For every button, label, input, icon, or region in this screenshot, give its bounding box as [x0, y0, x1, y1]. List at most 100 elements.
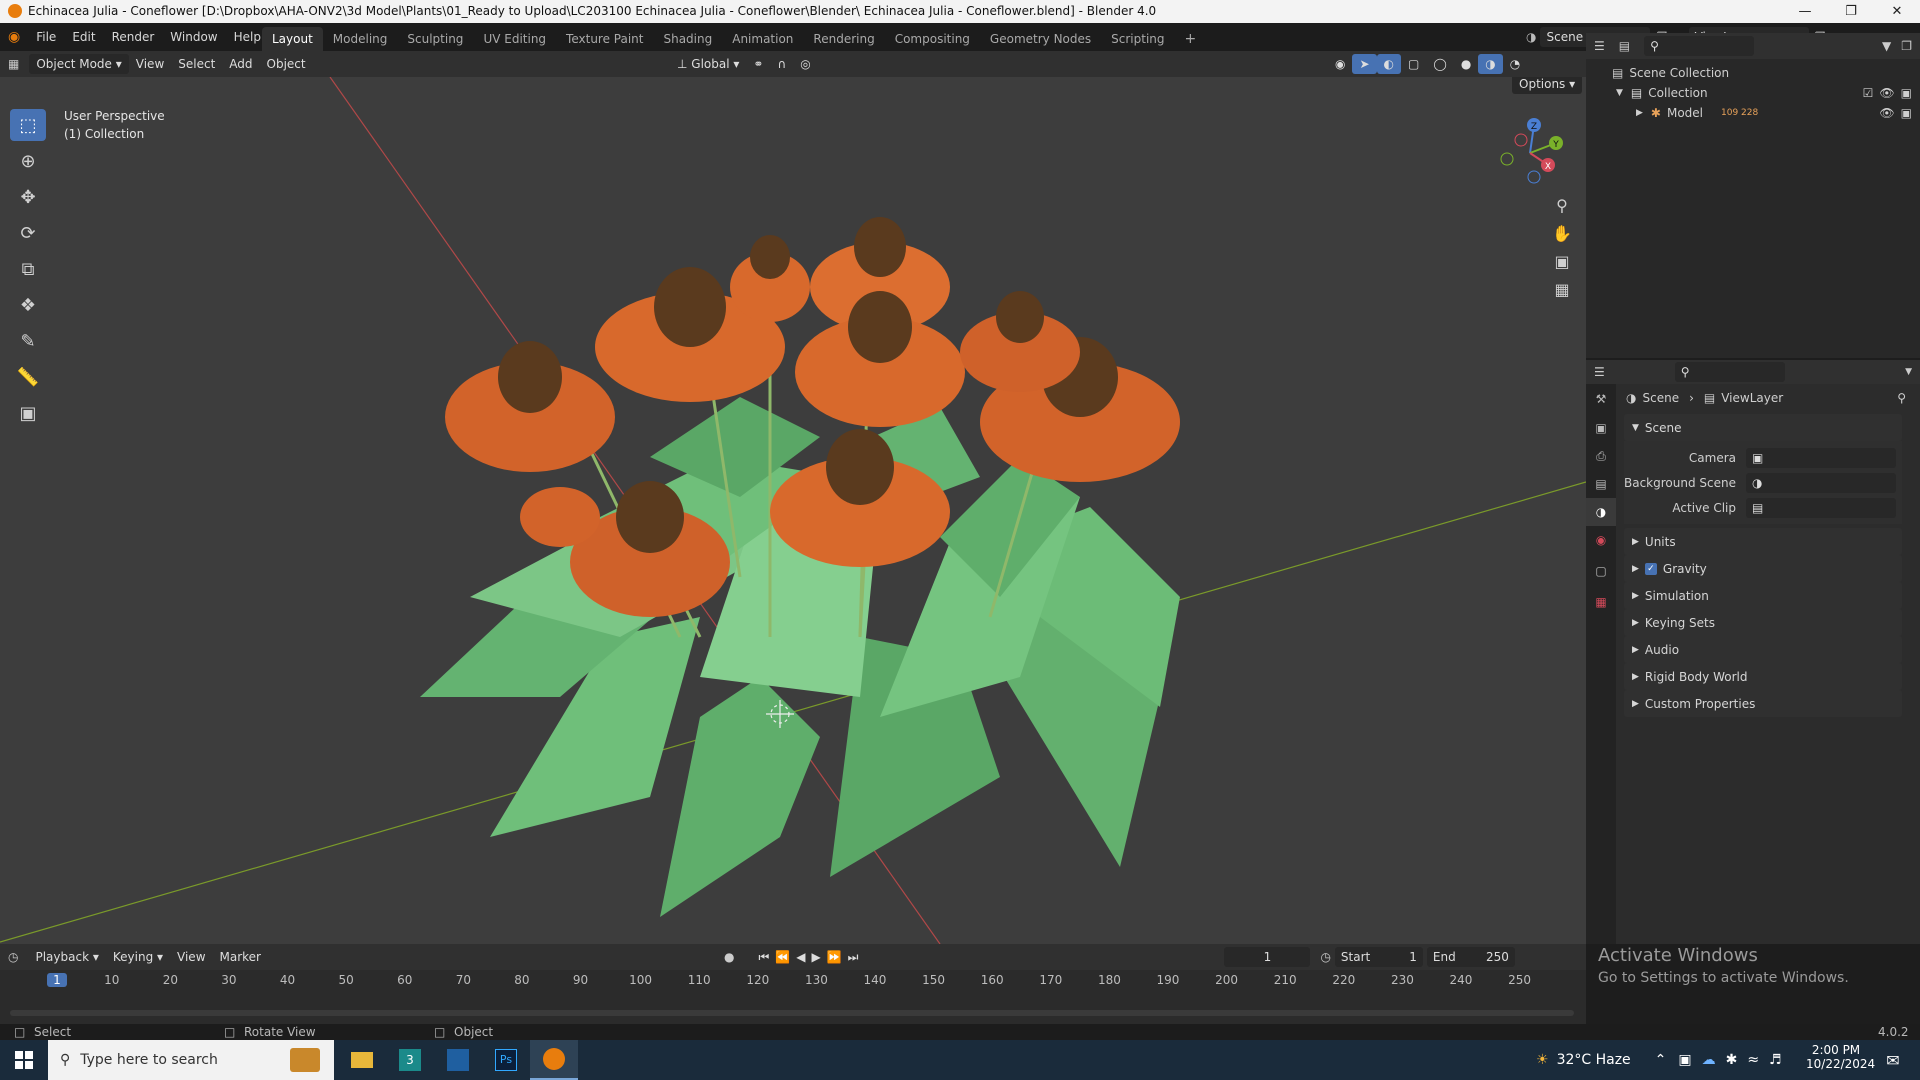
active-clip-field[interactable]: ▤	[1746, 497, 1896, 518]
end-frame-field[interactable]: End 250	[1426, 947, 1515, 967]
scene-panel-header[interactable]: ▼ Scene	[1624, 414, 1902, 441]
add-workspace-icon[interactable]: +	[1175, 27, 1207, 51]
collection-tab-icon[interactable]: ▢	[1586, 554, 1616, 588]
units-panel-header[interactable]: ▶ Units	[1624, 528, 1902, 555]
render-camera-icon[interactable]: ▣	[1901, 86, 1912, 100]
pivot-icon[interactable]: ⚭	[746, 54, 770, 74]
background-scene-field[interactable]: ◑	[1746, 472, 1896, 493]
start-frame-field[interactable]: Start 1	[1334, 947, 1423, 967]
properties-options-icon[interactable]: ▼	[1905, 367, 1912, 377]
menu-window[interactable]: Window	[162, 26, 225, 48]
add-cube-tool-icon[interactable]: ▣	[10, 397, 46, 429]
xray-icon[interactable]: ▢	[1401, 54, 1426, 74]
select-box-icon[interactable]: ⬚	[10, 109, 46, 141]
zoom-icon[interactable]: ⚲	[1548, 191, 1576, 219]
options-dropdown[interactable]: Options ▾	[1512, 77, 1583, 94]
tab-geometry-nodes[interactable]: Geometry Nodes	[980, 27, 1101, 51]
photoshop-icon[interactable]: Ps	[482, 1040, 530, 1080]
menu-select[interactable]: Select	[171, 54, 222, 74]
transform-orientation-dropdown[interactable]: ⊥ Global ▾	[670, 54, 746, 74]
auto-keying-icon[interactable]: ●	[724, 950, 734, 964]
properties-editor-icon[interactable]: ☰	[1594, 365, 1605, 379]
visibility-eye-icon[interactable]: 👁	[1879, 106, 1894, 120]
expand-icon[interactable]: ▶	[1636, 108, 1643, 118]
gravity-panel-header[interactable]: ▶ ✓ Gravity	[1624, 555, 1902, 582]
blender-taskbar-icon[interactable]	[530, 1040, 578, 1080]
tab-rendering[interactable]: Rendering	[803, 27, 884, 51]
editor-type-icon[interactable]: ▦	[8, 57, 19, 71]
outliner-search[interactable]: ⚲	[1644, 36, 1755, 56]
tray-app-icon[interactable]: ▣	[1678, 1052, 1691, 1068]
navigation-gizmo[interactable]: Z Y X	[1490, 113, 1570, 193]
file-explorer-icon[interactable]	[338, 1040, 386, 1080]
restore-button[interactable]: ❐	[1828, 0, 1874, 23]
outliner-model-row[interactable]: ▶ ✱ Model 109 228 👁 ▣	[1586, 103, 1920, 123]
tray-chevron-icon[interactable]: ⌃	[1655, 1052, 1667, 1068]
exclude-checkbox[interactable]: ☑	[1863, 86, 1874, 100]
view-layer-tab-icon[interactable]: ▤	[1586, 470, 1616, 498]
tab-sculpting[interactable]: Sculpting	[397, 27, 473, 51]
wireframe-shading-icon[interactable]: ◯	[1426, 54, 1453, 74]
audio-panel-header[interactable]: ▶ Audio	[1624, 636, 1902, 663]
3ds-max-icon[interactable]: 3	[386, 1040, 434, 1080]
annotate-tool-icon[interactable]: ✎	[10, 325, 46, 357]
grid-ortho-icon[interactable]: ▦	[1548, 275, 1576, 303]
notifications-icon[interactable]: ✉	[1866, 1040, 1920, 1080]
transform-tool-icon[interactable]: ❖	[10, 289, 46, 321]
keying-sets-panel-header[interactable]: ▶ Keying Sets	[1624, 609, 1902, 636]
tab-scripting[interactable]: Scripting	[1101, 27, 1174, 51]
rotate-tool-icon[interactable]: ⟳	[10, 217, 46, 249]
tab-modeling[interactable]: Modeling	[323, 27, 398, 51]
current-frame-field[interactable]: 1	[1224, 947, 1311, 967]
volume-icon[interactable]: ♬	[1769, 1052, 1782, 1068]
overlay-toggle-icon[interactable]: ◐	[1376, 54, 1402, 74]
camera-view-icon[interactable]: ▣	[1548, 247, 1576, 275]
output-tab-icon[interactable]: ⎙	[1586, 442, 1616, 470]
world-tab-icon[interactable]: ◉	[1586, 526, 1616, 554]
render-tab-icon[interactable]: ▣	[1586, 414, 1616, 442]
pin-icon[interactable]: ⚲	[1897, 391, 1906, 405]
menu-timeline-view[interactable]: View	[170, 947, 212, 967]
close-button[interactable]: ✕	[1874, 0, 1920, 23]
filter-icon[interactable]: ▼	[1882, 39, 1891, 53]
move-tool-icon[interactable]: ✥	[10, 181, 46, 213]
pan-hand-icon[interactable]: ✋	[1548, 219, 1576, 247]
object-mode-dropdown[interactable]: Object Mode ▾	[29, 54, 129, 74]
tab-uv-editing[interactable]: UV Editing	[473, 27, 556, 51]
menu-edit[interactable]: Edit	[64, 26, 103, 48]
display-mode-icon[interactable]: ▤	[1619, 39, 1630, 53]
timeline-scrollbar[interactable]	[10, 1010, 1574, 1016]
menu-view[interactable]: View	[129, 54, 171, 74]
outliner-editor-icon[interactable]: ☰	[1594, 39, 1605, 53]
custom-properties-panel-header[interactable]: ▶ Custom Properties	[1624, 690, 1902, 717]
frame-ruler[interactable]: 1 10 20 30 40 50 60 70 80 90 100 110 120 130 140 150 160…	[0, 972, 1586, 990]
clock[interactable]: 2:00 PM 10/22/2024	[1806, 1043, 1875, 1071]
taskbar-search-box[interactable]: ⚲ Type here to search	[48, 1040, 334, 1080]
tool-tab-icon[interactable]: ⚒	[1586, 384, 1616, 414]
blender-menu-icon[interactable]: ◉	[8, 29, 20, 45]
proportional-edit-icon[interactable]: ◎	[793, 54, 817, 74]
3d-viewport[interactable]: User Perspective (1) Collection Options …	[0, 77, 1586, 944]
tab-texture-paint[interactable]: Texture Paint	[556, 27, 653, 51]
rigid-body-world-panel-header[interactable]: ▶ Rigid Body World	[1624, 663, 1902, 690]
measure-tool-icon[interactable]: 📏	[10, 361, 46, 393]
playback-dropdown[interactable]: Playback ▾	[28, 947, 105, 967]
new-collection-icon[interactable]: ❐	[1901, 39, 1912, 53]
snap-icon[interactable]: ∩	[770, 54, 793, 74]
windows-start-icon[interactable]	[0, 1040, 48, 1080]
menu-marker[interactable]: Marker	[213, 947, 268, 967]
menu-object[interactable]: Object	[260, 54, 313, 74]
preview-range-icon[interactable]: ◷	[1320, 950, 1330, 964]
texture-tab-icon[interactable]: ▦	[1586, 588, 1616, 616]
weather-text[interactable]: 32°C Haze	[1557, 1052, 1631, 1068]
onedrive-icon[interactable]: ☁	[1702, 1052, 1716, 1068]
visibility-eye-icon[interactable]: 👁	[1879, 86, 1894, 100]
render-camera-icon[interactable]: ▣	[1901, 106, 1912, 120]
cursor-tool-icon[interactable]: ⊕	[10, 145, 46, 177]
material-shading-icon[interactable]: ◑	[1478, 54, 1503, 74]
menu-add[interactable]: Add	[222, 54, 259, 74]
minimize-button[interactable]: —	[1782, 0, 1828, 23]
timeline-editor-icon[interactable]: ◷	[8, 950, 18, 964]
scene-icon[interactable]: ◑	[1526, 30, 1536, 44]
wifi-icon[interactable]: ≈	[1747, 1052, 1759, 1068]
